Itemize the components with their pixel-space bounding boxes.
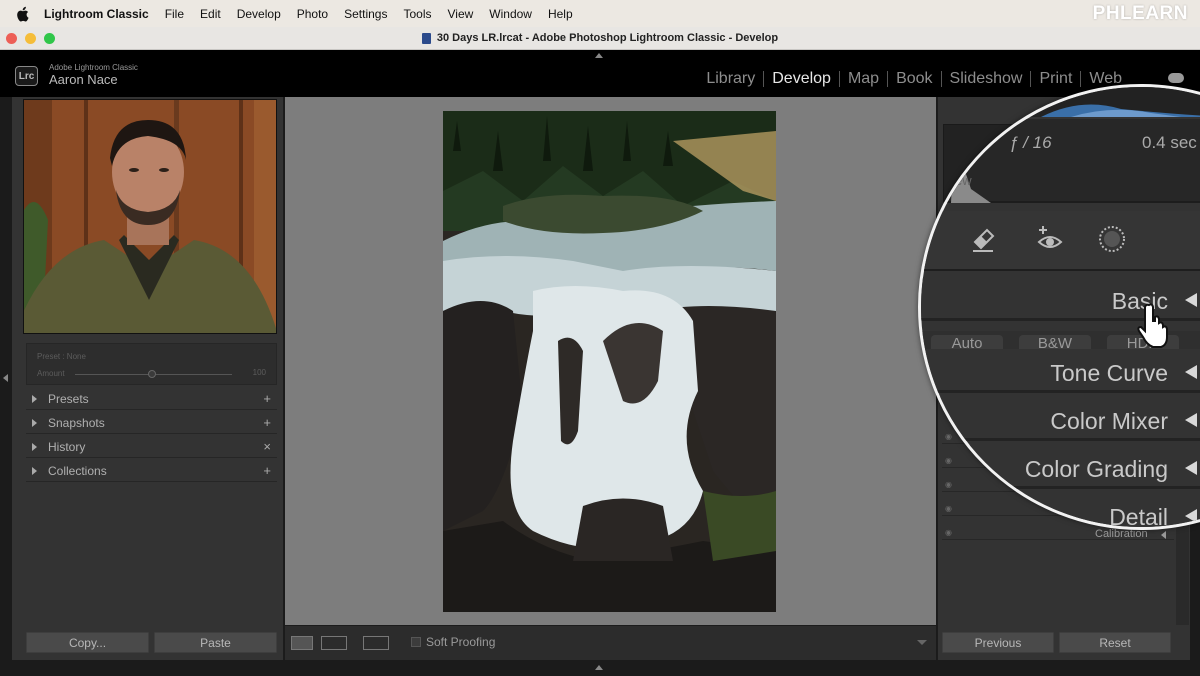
add-snapshot-icon[interactable]: + xyxy=(263,415,271,430)
copy-button[interactable]: Copy... xyxy=(26,632,149,653)
before-after-lr-button[interactable] xyxy=(321,636,347,650)
waterfall-photo[interactable] xyxy=(443,111,776,612)
section-label: Snapshots xyxy=(48,415,105,430)
section-collections[interactable]: Collections + xyxy=(26,460,277,482)
module-print[interactable]: Print xyxy=(1031,70,1080,88)
module-picker: Library Develop Map Book Slideshow Print… xyxy=(698,70,1130,88)
toolbar-menu-icon[interactable] xyxy=(917,640,927,645)
menu-tools[interactable]: Tools xyxy=(403,7,431,21)
collapse-top-panel-icon[interactable] xyxy=(595,53,603,58)
module-library[interactable]: Library xyxy=(698,70,763,88)
zoom-window-button[interactable] xyxy=(44,33,55,44)
section-presets[interactable]: Presets + xyxy=(26,388,277,410)
user-name: Aaron Nace xyxy=(49,72,118,87)
eraser-icon[interactable] xyxy=(969,224,999,254)
collapse-filmstrip-icon[interactable] xyxy=(595,665,603,670)
preset-label: Preset : None xyxy=(37,352,86,361)
collapse-triangle-icon[interactable] xyxy=(1185,365,1197,379)
clear-history-icon[interactable]: × xyxy=(263,439,271,454)
menu-lightroom-classic[interactable]: Lightroom Classic xyxy=(44,7,149,21)
cloud-icon[interactable] xyxy=(1168,73,1184,83)
red-eye-icon[interactable] xyxy=(1035,224,1065,254)
collapse-triangle-icon xyxy=(1161,531,1166,539)
window-title: 30 Days LR.lrcat - Adobe Photoshop Light… xyxy=(436,32,779,44)
collapse-left-panel-icon[interactable] xyxy=(3,374,8,382)
shutter-readout: 0.4 sec xyxy=(1142,133,1197,152)
minimize-window-button[interactable] xyxy=(25,33,36,44)
expand-triangle-icon xyxy=(32,466,37,475)
window-titlebar: 30 Days LR.lrcat - Adobe Photoshop Light… xyxy=(0,27,1200,50)
panel-label-detail[interactable]: Detail xyxy=(1109,504,1168,527)
soft-proofing-label: Soft Proofing xyxy=(426,635,496,649)
soft-proofing-checkbox[interactable] xyxy=(411,637,421,647)
menu-help[interactable]: Help xyxy=(548,7,573,21)
menu-window[interactable]: Window xyxy=(489,7,532,21)
expand-triangle-icon xyxy=(32,394,37,403)
loupe-view-button[interactable] xyxy=(291,636,313,650)
watermark-logo: PHLEARN xyxy=(1092,3,1188,24)
menu-edit[interactable]: Edit xyxy=(200,7,221,21)
menu-photo[interactable]: Photo xyxy=(297,7,328,21)
expand-triangle-icon xyxy=(32,418,37,427)
menu-settings[interactable]: Settings xyxy=(344,7,387,21)
aperture-readout: ƒ / 16 xyxy=(1009,133,1052,152)
amount-slider-knob[interactable] xyxy=(148,370,156,378)
collapse-triangle-icon[interactable] xyxy=(1185,413,1197,427)
lrc-logo: Lrc xyxy=(15,66,38,86)
expand-triangle-icon xyxy=(32,442,37,451)
menu-file[interactable]: File xyxy=(165,7,184,21)
paste-button[interactable]: Paste xyxy=(154,632,277,653)
panel-label-color-mixer[interactable]: Color Mixer xyxy=(1050,408,1168,435)
collapse-triangle-icon[interactable] xyxy=(1185,461,1197,475)
apple-icon[interactable] xyxy=(14,6,30,22)
module-slideshow[interactable]: Slideshow xyxy=(942,70,1031,88)
module-develop[interactable]: Develop xyxy=(764,70,839,88)
histogram-info xyxy=(946,119,1200,203)
before-after-tb-button[interactable] xyxy=(363,636,389,650)
collapse-triangle-icon[interactable] xyxy=(1185,509,1197,523)
histogram-view-label: ew xyxy=(955,173,972,188)
amount-label: Amount xyxy=(37,369,65,378)
masking-icon[interactable] xyxy=(1097,224,1127,254)
add-preset-icon[interactable]: + xyxy=(263,391,271,406)
product-name: Adobe Lightroom Classic xyxy=(49,63,138,72)
collapse-triangle-icon[interactable] xyxy=(1185,293,1197,307)
section-snapshots[interactable]: Snapshots + xyxy=(26,412,277,434)
menu-develop[interactable]: Develop xyxy=(237,7,281,21)
panel-label-tone-curve[interactable]: Tone Curve xyxy=(1050,360,1168,387)
document-icon xyxy=(421,32,431,44)
menu-view[interactable]: View xyxy=(447,7,473,21)
amount-value: 100 xyxy=(252,368,266,377)
macos-menubar: Lightroom Classic File Edit Develop Phot… xyxy=(0,0,1200,27)
eye-icon[interactable]: ◉ xyxy=(945,528,952,537)
mouse-pointer-icon xyxy=(1137,303,1168,348)
section-label: Presets xyxy=(48,391,89,406)
presenter-video xyxy=(23,99,277,334)
add-collection-icon[interactable]: + xyxy=(263,463,271,478)
close-window-button[interactable] xyxy=(6,33,17,44)
section-history[interactable]: History × xyxy=(26,436,277,458)
section-label: History xyxy=(48,439,86,454)
reset-button[interactable]: Reset xyxy=(1059,632,1171,653)
preset-amount-box: Preset : None Amount 100 xyxy=(26,343,277,385)
module-book[interactable]: Book xyxy=(888,70,940,88)
previous-button[interactable]: Previous xyxy=(942,632,1054,653)
module-map[interactable]: Map xyxy=(840,70,887,88)
histogram-top xyxy=(921,87,1200,117)
section-label: Collections xyxy=(48,463,107,478)
panel-label-color-grading[interactable]: Color Grading xyxy=(1025,456,1168,483)
